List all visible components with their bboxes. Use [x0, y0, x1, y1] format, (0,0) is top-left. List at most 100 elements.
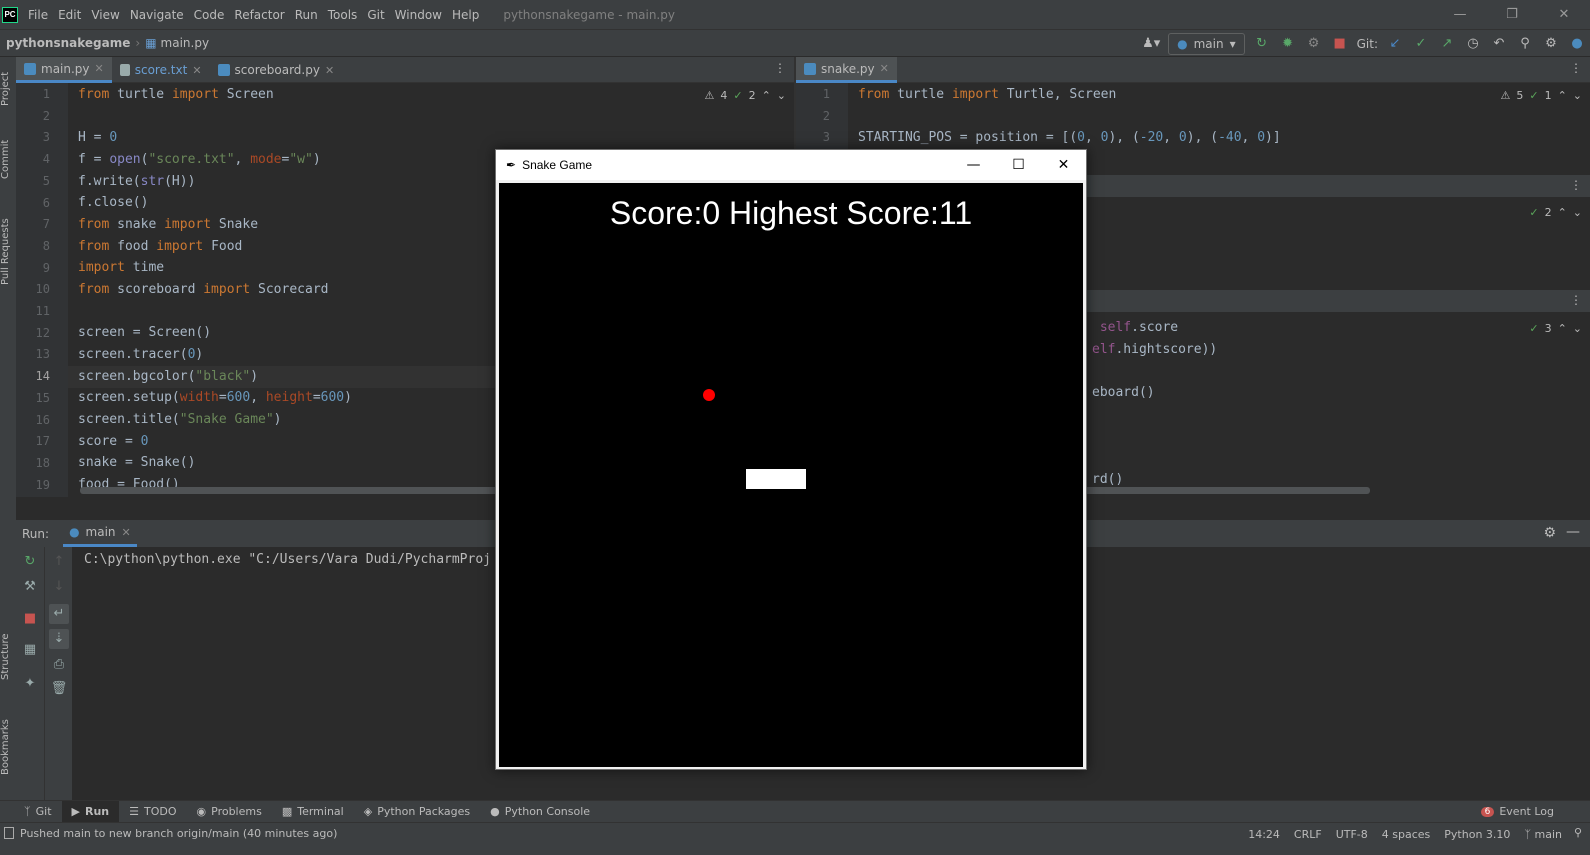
wrench-icon[interactable]: ⚒ [20, 577, 40, 597]
more-options-icon[interactable]: ⋮ [1570, 178, 1582, 192]
tab-python-packages[interactable]: ◈ Python Packages [354, 801, 480, 823]
code-line[interactable]: rd() [1092, 469, 1123, 485]
search-icon[interactable]: ⚲ [1516, 35, 1534, 53]
coverage-icon[interactable]: ⚙ [1305, 35, 1323, 53]
status-message[interactable]: Pushed main to new branch origin/main (4… [20, 823, 337, 845]
code-line[interactable]: STARTING_POS = position = [(0, 0), (-20,… [858, 127, 1281, 149]
tab-python-console[interactable]: ● Python Console [480, 801, 600, 823]
gear-icon[interactable]: ⚙ [1543, 525, 1556, 541]
soft-wrap-icon[interactable]: ↵ [49, 604, 69, 624]
code-line[interactable]: elf.hightscore)) [1092, 339, 1217, 361]
tab-run[interactable]: ▶ Run [61, 800, 120, 823]
scroll-thumb[interactable] [1070, 487, 1370, 494]
code-line[interactable]: H = 0 [78, 127, 117, 149]
user-icon[interactable]: ♟▾ [1142, 35, 1160, 53]
code-line[interactable]: screen.tracer(0) [78, 344, 203, 366]
layout-icon[interactable]: ▦ [20, 640, 40, 660]
git-branch[interactable]: ᛉ main [1524, 828, 1562, 841]
close-icon[interactable]: ✕ [1041, 150, 1086, 180]
status-toggle-icon[interactable] [4, 827, 14, 839]
chevron-up-icon[interactable]: ⌃ [1558, 89, 1567, 102]
run-config-select[interactable]: ● main ▾ [1168, 33, 1245, 55]
commit-tool-tab[interactable]: Commit [0, 133, 16, 185]
close-icon[interactable]: ✕ [1538, 0, 1590, 29]
code-line[interactable]: f = open("score.txt", mode="w") [78, 149, 321, 171]
stop-icon[interactable]: ■ [20, 609, 40, 629]
git-push-icon[interactable]: ↗ [1438, 35, 1456, 53]
arrow-up-icon[interactable]: ↑ [49, 552, 69, 572]
python-icon[interactable]: ● [1568, 35, 1586, 53]
tab-scoreboard-py[interactable]: scoreboard.py ✕ [210, 57, 343, 83]
inspection-widget[interactable]: ✓ 2 ⌃ ⌄ [1529, 206, 1582, 219]
git-update-icon[interactable]: ↙ [1386, 35, 1404, 53]
more-options-icon[interactable]: ⋮ [774, 61, 786, 75]
inspection-widget[interactable]: ⚠ 5 ✓ 1 ⌃ ⌄ [1500, 89, 1582, 102]
chevron-up-icon[interactable]: ⌃ [1558, 206, 1567, 219]
code-line[interactable]: from snake import Snake [78, 214, 258, 236]
trash-icon[interactable]: 🗑 [49, 679, 69, 699]
code-line[interactable]: from scoreboard import Scorecard [78, 279, 328, 301]
minimize-icon[interactable]: — [951, 150, 996, 180]
tab-todo[interactable]: ☰ TODO [119, 801, 186, 823]
bookmarks-tool-tab[interactable]: Bookmarks [0, 712, 16, 782]
project-tool-tab[interactable]: Project [0, 63, 16, 115]
menu-file[interactable]: File [28, 8, 48, 22]
inspection-widget[interactable]: ✓ 3 ⌃ ⌄ [1529, 322, 1582, 335]
scroll-to-end-icon[interactable]: ⇣ [49, 629, 69, 649]
file-encoding[interactable]: UTF-8 [1336, 828, 1368, 841]
debug-icon[interactable]: ✹ [1279, 35, 1297, 53]
close-tab-icon[interactable]: ✕ [95, 62, 104, 75]
code-line[interactable]: screen.bgcolor("black") [78, 366, 258, 388]
pin-icon[interactable]: ✦ [20, 674, 40, 694]
rerun-icon[interactable]: ↻ [1253, 35, 1271, 53]
code-line[interactable]: from turtle import Turtle, Screen [858, 84, 1116, 106]
code-line[interactable]: food = Food() [78, 474, 180, 488]
history-icon[interactable]: ◷ [1464, 35, 1482, 53]
menu-edit[interactable]: Edit [58, 8, 81, 22]
code-line[interactable]: snake = Snake() [78, 452, 195, 474]
cursor-position[interactable]: 14:24 [1248, 828, 1280, 841]
close-tab-icon[interactable]: ✕ [880, 62, 889, 75]
more-options-icon[interactable]: ⋮ [1570, 293, 1582, 307]
game-canvas[interactable]: Score:0 Highest Score:11 [499, 183, 1083, 767]
menu-window[interactable]: Window [395, 8, 442, 22]
tab-main-py[interactable]: main.py ✕ [16, 57, 112, 83]
code-line[interactable]: score = 0 [78, 431, 148, 453]
chevron-down-icon[interactable]: ⌄ [1573, 206, 1582, 219]
tab-terminal[interactable]: ▩ Terminal [272, 801, 354, 823]
menu-navigate[interactable]: Navigate [130, 8, 184, 22]
python-interpreter[interactable]: Python 3.10 [1444, 828, 1510, 841]
run-tab-main[interactable]: ● main ✕ [63, 520, 137, 547]
chevron-down-icon[interactable]: ⌄ [1573, 89, 1582, 102]
chevron-down-icon[interactable]: ⌄ [777, 89, 786, 102]
code-line[interactable]: screen.setup(width=600, height=600) [78, 387, 352, 409]
menu-refactor[interactable]: Refactor [234, 8, 284, 22]
menu-view[interactable]: View [91, 8, 119, 22]
line-separator[interactable]: CRLF [1294, 828, 1322, 841]
tab-snake-py[interactable]: snake.py ✕ [796, 57, 897, 83]
snake-window-titlebar[interactable]: ✒ Snake Game — ☐ ✕ [496, 150, 1086, 180]
code-line[interactable]: screen = Screen() [78, 322, 211, 344]
chevron-up-icon[interactable]: ⌃ [1558, 322, 1567, 335]
menu-tools[interactable]: Tools [328, 8, 358, 22]
console-output[interactable]: C:\python\python.exe "C:/Users/Vara Dudi… [84, 547, 491, 571]
minimize-icon[interactable]: — [1434, 0, 1486, 29]
breadcrumb-project[interactable]: pythonsnakegame [6, 36, 130, 50]
indent-setting[interactable]: 4 spaces [1382, 828, 1431, 841]
gear-icon[interactable]: ⚙ [1542, 35, 1560, 53]
code-line[interactable]: from food import Food [78, 236, 242, 258]
inspection-widget[interactable]: ⚠ 4 ✓ 2 ⌃ ⌄ [704, 89, 786, 102]
tab-score-txt[interactable]: score.txt ✕ [112, 57, 210, 83]
close-tab-icon[interactable]: ✕ [192, 64, 201, 77]
breadcrumb-file[interactable]: main.py [161, 36, 210, 50]
code-line[interactable]: f.write(str(H)) [78, 171, 195, 193]
arrow-down-icon[interactable]: ↓ [49, 577, 69, 597]
close-tab-icon[interactable]: ✕ [325, 64, 334, 77]
print-icon[interactable]: ⎙ [49, 655, 69, 675]
more-options-icon[interactable]: ⋮ [1570, 61, 1582, 75]
code-line[interactable]: screen.title("Snake Game") [78, 409, 282, 431]
menu-git[interactable]: Git [367, 8, 384, 22]
chevron-down-icon[interactable]: ⌄ [1573, 322, 1582, 335]
event-log-button[interactable]: 6 Event Log [1471, 801, 1564, 823]
lock-icon[interactable]: ⚲ [1574, 826, 1582, 839]
